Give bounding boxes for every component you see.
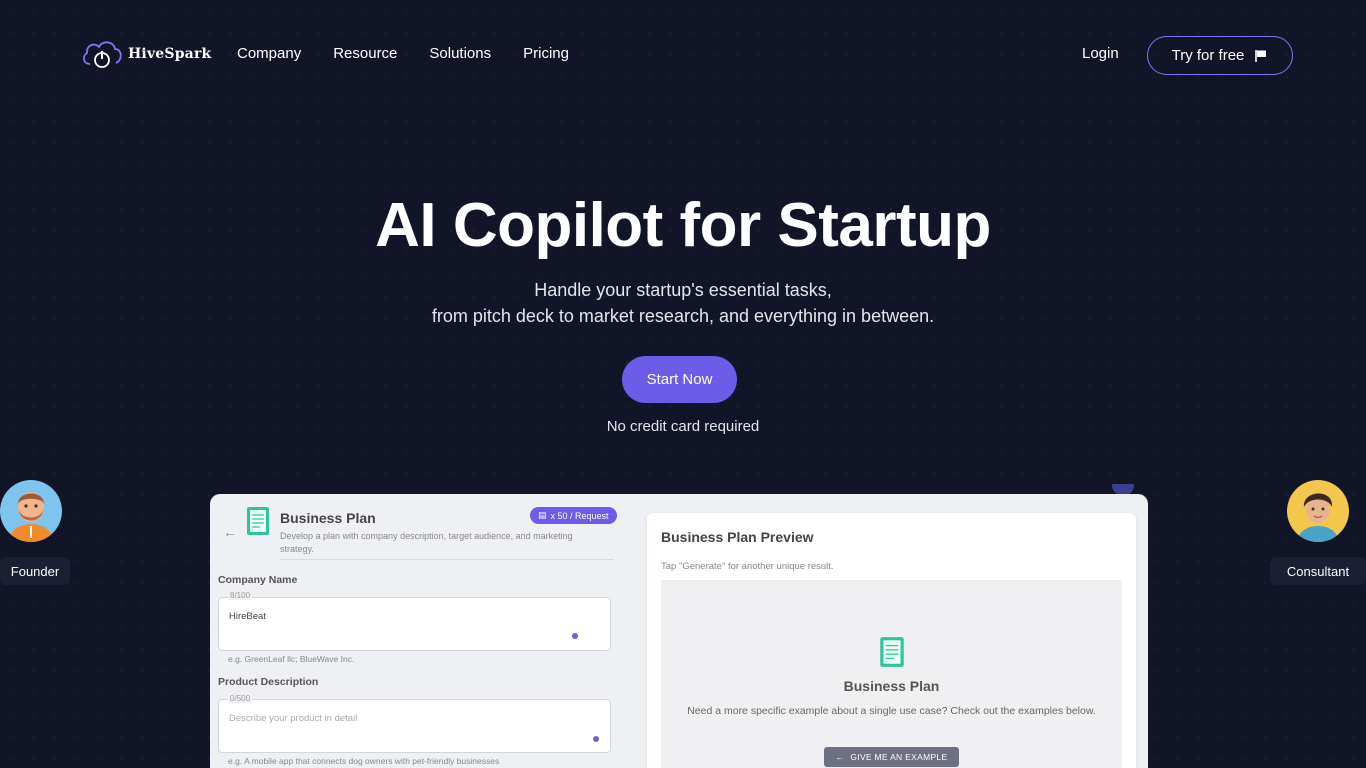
- product-description-label: Product Description: [218, 676, 319, 688]
- nav-links: Company Resource Solutions Pricing: [237, 45, 569, 62]
- flag-icon: [1255, 50, 1267, 62]
- app-preview: ← Business Plan Develop a plan with comp…: [210, 494, 1148, 768]
- founder-label: Founder: [0, 557, 70, 585]
- hero-subtitle-line2: from pitch deck to market research, and …: [431, 306, 935, 326]
- credit-badge-label: x 50 / Request: [550, 510, 609, 521]
- nav-link-solutions[interactable]: Solutions: [429, 45, 491, 62]
- try-for-free-button[interactable]: Try for free: [1147, 36, 1293, 75]
- product-description-hint: e.g. A mobile app that connects dog owne…: [228, 756, 500, 766]
- divider: [280, 559, 614, 560]
- brand-logo[interactable]: HiveSpark: [80, 36, 211, 72]
- nav-link-pricing[interactable]: Pricing: [523, 45, 569, 62]
- field-indicator-dot: [593, 736, 599, 742]
- start-now-button[interactable]: Start Now: [622, 356, 737, 403]
- try-for-free-label: Try for free: [1171, 47, 1245, 64]
- product-description-placeholder: Describe your product in detail: [229, 713, 358, 724]
- preview-subtitle: Tap "Generate" for another unique result…: [661, 561, 834, 572]
- preview-title: Business Plan Preview: [661, 529, 814, 545]
- arrow-left-icon: ←: [835, 752, 845, 762]
- tool-title: Business Plan: [280, 510, 376, 526]
- credit-badge: ▤ x 50 / Request: [530, 507, 617, 524]
- company-name-field[interactable]: HireBeat: [218, 597, 611, 651]
- no-credit-card-note: No credit card required: [606, 418, 760, 435]
- founder-avatar-image: [0, 480, 62, 542]
- consultant-label: Consultant: [1270, 557, 1366, 585]
- preview-area: Business Plan Need a more specific examp…: [661, 580, 1122, 768]
- document-icon: [247, 507, 269, 535]
- cloud-power-icon: [83, 41, 122, 68]
- nav-link-company[interactable]: Company: [237, 45, 301, 62]
- hero-subtitle: Handle your startup's essential tasks, f…: [0, 277, 1366, 329]
- document-icon: [880, 637, 904, 667]
- give-me-an-example-button[interactable]: ← GIVE ME AN EXAMPLE: [824, 747, 959, 767]
- field-indicator-dot: [572, 633, 578, 639]
- product-description-counter: 0/500: [228, 694, 253, 703]
- business-plan-form: ← Business Plan Develop a plan with comp…: [210, 494, 630, 768]
- preview-panel: Business Plan Preview Tap "Generate" for…: [647, 513, 1136, 768]
- founder-avatar: [0, 480, 62, 542]
- company-name-counter: 8/100: [228, 591, 253, 600]
- database-icon: ▤: [538, 510, 547, 520]
- nav-link-resource[interactable]: Resource: [333, 45, 397, 62]
- consultant-avatar: [1287, 480, 1349, 542]
- preview-card-text: Need a more specific example about a sin…: [687, 705, 1096, 717]
- top-nav: HiveSpark Company Resource Solutions Pri…: [0, 0, 1366, 110]
- tool-description: Develop a plan with company description,…: [280, 531, 573, 554]
- login-link[interactable]: Login: [1082, 45, 1119, 62]
- back-arrow-icon[interactable]: ←: [223, 524, 237, 540]
- hero-title: AI Copilot for Startup: [375, 191, 991, 260]
- give-me-an-example-label: GIVE ME AN EXAMPLE: [850, 752, 948, 762]
- product-description-field[interactable]: Describe your product in detail: [218, 699, 611, 753]
- company-name-value: HireBeat: [229, 611, 266, 622]
- brand-name: HiveSpark: [128, 46, 212, 62]
- hero-subtitle-line1: Handle your startup's essential tasks,: [534, 280, 832, 300]
- company-name-label: Company Name: [218, 574, 298, 586]
- company-name-hint: e.g. GreenLeaf llc; BlueWave Inc.: [228, 654, 355, 664]
- preview-card-title: Business Plan: [843, 678, 940, 694]
- consultant-avatar-image: [1287, 480, 1349, 542]
